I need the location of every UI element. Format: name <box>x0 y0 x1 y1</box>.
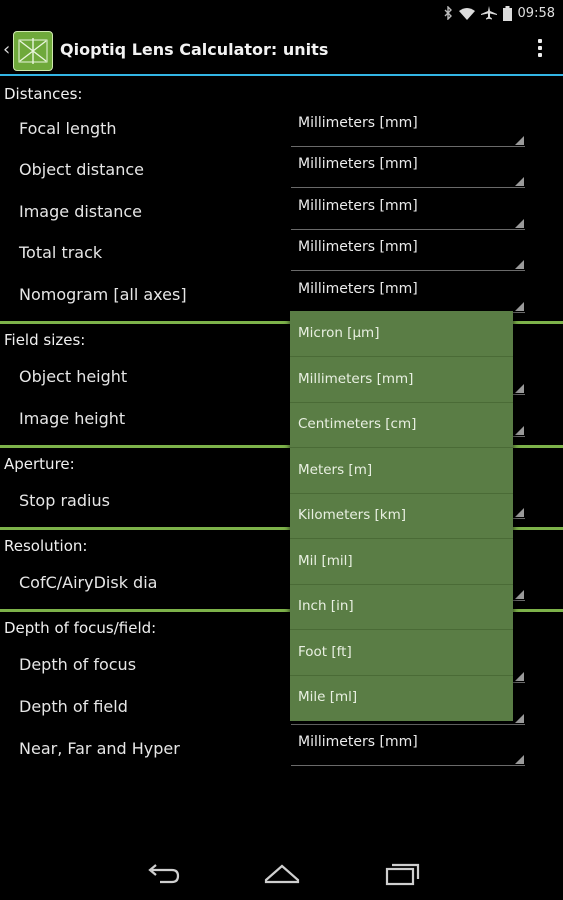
dropdown-triangle-icon <box>515 714 524 723</box>
spinner-value: Millimeters [mm] <box>298 239 418 255</box>
option-label: Kilometers [km] <box>298 507 407 523</box>
nomogram-spinner[interactable]: Millimeters [mm] <box>291 277 525 313</box>
action-bar: ‹ Qioptiq Lens Calculator: units <box>0 25 563 76</box>
dropdown-triangle-icon <box>515 672 524 681</box>
section-header-distances: Distances: <box>4 85 83 103</box>
spinner-value: Millimeters [mm] <box>298 115 418 131</box>
airplane-icon <box>480 6 497 20</box>
up-navigation-icon[interactable]: ‹ <box>3 39 10 60</box>
image-distance-spinner[interactable]: Millimeters [mm] <box>291 194 525 230</box>
spinner-value: Millimeters [mm] <box>298 156 418 172</box>
dropdown-triangle-icon <box>515 302 524 311</box>
depth-of-focus-label: Depth of focus <box>19 655 137 674</box>
focal-length-spinner[interactable]: Millimeters [mm] <box>291 111 525 147</box>
option-label: Mile [ml] <box>298 689 358 705</box>
section-header-depth: Depth of focus/field: <box>4 619 157 637</box>
spinner-value: Millimeters [mm] <box>298 734 418 750</box>
nomogram-label: Nomogram [all axes] <box>19 285 187 304</box>
option-label: Meters [m] <box>298 462 373 478</box>
dropdown-option[interactable]: Meters [m] <box>290 448 513 494</box>
overflow-menu-icon[interactable] <box>535 39 545 61</box>
wifi-icon <box>458 7 475 20</box>
dropdown-triangle-icon <box>515 426 524 435</box>
battery-icon <box>502 5 512 21</box>
dropdown-option[interactable]: Foot [ft] <box>290 630 513 676</box>
dropdown-option[interactable]: Millimeters [mm] <box>290 357 513 403</box>
dropdown-triangle-icon <box>515 590 524 599</box>
dropdown-option[interactable]: Inch [in] <box>290 584 513 630</box>
section-header-field-sizes: Field sizes: <box>4 331 86 349</box>
bluetooth-icon <box>444 6 452 20</box>
unit-dropdown-list: Micron [µm] Millimeters [mm] Centimeters… <box>290 311 513 721</box>
option-label: Centimeters [cm] <box>298 416 417 432</box>
object-distance-label: Object distance <box>19 160 144 179</box>
back-icon[interactable] <box>142 860 182 888</box>
total-track-label: Total track <box>19 243 103 262</box>
section-header-aperture: Aperture: <box>4 455 75 473</box>
spinner-underline <box>291 724 525 725</box>
dropdown-option[interactable]: Mile [ml] <box>290 675 513 720</box>
dropdown-option[interactable]: Kilometers [km] <box>290 493 513 539</box>
option-label: Micron [µm] <box>298 325 380 341</box>
object-height-label: Object height <box>19 367 128 386</box>
spinner-underline <box>291 229 525 230</box>
navigation-bar <box>0 848 563 900</box>
home-icon[interactable] <box>262 860 302 888</box>
dropdown-triangle-icon <box>515 177 524 186</box>
image-height-label: Image height <box>19 409 126 428</box>
option-label: Mil [mil] <box>298 553 353 569</box>
recent-apps-icon[interactable] <box>382 860 422 888</box>
option-label: Foot [ft] <box>298 644 352 660</box>
focal-length-label: Focal length <box>19 119 117 138</box>
object-distance-spinner[interactable]: Millimeters [mm] <box>291 152 525 188</box>
status-bar: 09:58 <box>0 0 563 25</box>
spinner-value: Millimeters [mm] <box>298 198 418 214</box>
dropdown-triangle-icon <box>515 384 524 393</box>
option-label: Millimeters [mm] <box>298 371 414 387</box>
dropdown-triangle-icon <box>515 260 524 269</box>
dropdown-triangle-icon <box>515 755 524 764</box>
image-distance-label: Image distance <box>19 202 142 221</box>
dropdown-triangle-icon <box>515 136 524 145</box>
dropdown-triangle-icon <box>515 219 524 228</box>
lens-calculator-icon[interactable] <box>13 31 53 71</box>
section-header-resolution: Resolution: <box>4 537 88 555</box>
dropdown-option[interactable]: Mil [mil] <box>290 539 513 585</box>
option-label: Inch [in] <box>298 598 354 614</box>
spinner-value: Millimeters [mm] <box>298 281 418 297</box>
status-icons: 09:58 <box>443 4 555 22</box>
page-title: Qioptiq Lens Calculator: units <box>60 40 329 59</box>
spinner-underline <box>291 187 525 188</box>
near-far-hyper-label: Near, Far and Hyper <box>19 739 180 758</box>
status-time: 09:58 <box>517 5 555 21</box>
cofc-label: CofC/AiryDisk dia <box>19 573 158 592</box>
spinner-underline <box>291 765 525 766</box>
stop-radius-label: Stop radius <box>19 491 110 510</box>
total-track-spinner[interactable]: Millimeters [mm] <box>291 235 525 271</box>
depth-of-field-label: Depth of field <box>19 697 128 716</box>
spinner-underline <box>291 270 525 271</box>
spinner-underline <box>291 146 525 147</box>
dropdown-triangle-icon <box>515 508 524 517</box>
dropdown-option[interactable]: Centimeters [cm] <box>290 402 513 448</box>
dropdown-option[interactable]: Micron [µm] <box>290 311 513 357</box>
near-far-hyper-spinner[interactable]: Millimeters [mm] <box>291 730 525 766</box>
